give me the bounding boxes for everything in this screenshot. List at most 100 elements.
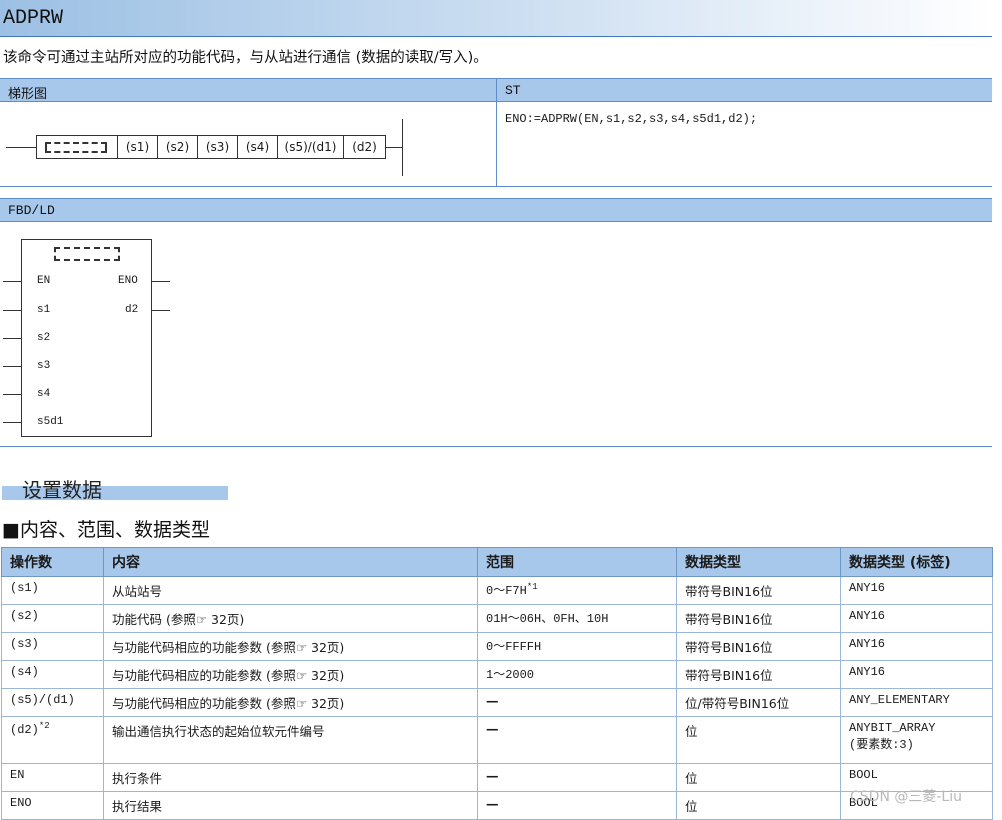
pin-line-d2 (152, 310, 170, 311)
ladder-operand-s5-d1: (s5)/(d1) (278, 135, 344, 159)
ladder-operand-s3: (s3) (198, 135, 238, 159)
instruction-box (36, 135, 118, 159)
ladder-operand-s1: (s1) (118, 135, 158, 159)
footnote-marker: *1 (526, 582, 538, 592)
table-row: (d2)*2 输出通信执行状态的起始位软元件编号 — 位 ANYBIT_ARRA… (1, 716, 993, 764)
pin-line-s3 (3, 366, 21, 367)
cell-data-type: 位 (676, 716, 841, 764)
fbd-section-label: FBD/LD (8, 203, 55, 218)
cell-operand: EN (1, 763, 104, 792)
cell-range: — (477, 791, 677, 820)
watermark: CSDN @三菱-Liu (850, 789, 962, 805)
cell-operand: ENO (1, 791, 104, 820)
cell-operand: (s4) (1, 660, 104, 689)
ladder-section-label: 梯形图 (8, 87, 48, 102)
table-row: (s2) 功能代码 (参照☞ 32页) 01H～06H、0FH、10H 带符号B… (1, 604, 993, 633)
cell-label-type: ANY16 (840, 604, 993, 633)
fbd-output-d2: d2 (125, 304, 139, 316)
pin-line-s1 (3, 310, 21, 311)
cell-data-type: 带符号BIN16位 (676, 576, 841, 605)
cell-content: 输出通信执行状态的起始位软元件编号 (103, 716, 478, 764)
st-code: ENO:=ADPRW(EN,s1,s2,s3,s4,s5d1,d2); (505, 112, 758, 126)
cell-data-type: 位 (676, 791, 841, 820)
cell-range: 1～2000 (477, 660, 677, 689)
setting-data-heading: 设置数据 (22, 478, 102, 502)
footnote-marker: *2 (38, 721, 50, 731)
cell-range: 0～FFFFH (477, 632, 677, 661)
cell-label-type: ANY16 (840, 576, 993, 605)
column-header-data-type-label: 数据类型 (标签) (840, 547, 993, 577)
st-section-label: ST (505, 83, 521, 98)
cell-operand: (s3) (1, 632, 104, 661)
cell-content: 与功能代码相应的功能参数 (参照☞ 32页) (103, 632, 478, 661)
section-separator (0, 186, 992, 187)
ladder-diagram: (s1) (s2) (s3) (s4) (s5)/(d1) (d2) (0, 102, 496, 186)
cell-data-type: 位/带符号BIN16位 (676, 688, 841, 717)
content-range-type-subheading: ■内容、范围、数据类型 (2, 519, 210, 541)
fbd-input-s5d1: s5d1 (37, 416, 64, 428)
cell-content: 执行结果 (103, 791, 478, 820)
cell-content: 执行条件 (103, 763, 478, 792)
ladder-left-rail (6, 147, 36, 148)
cell-content: 与功能代码相应的功能参数 (参照☞ 32页) (103, 688, 478, 717)
cell-data-type: 带符号BIN16位 (676, 632, 841, 661)
table-row: (s5)/(d1) 与功能代码相应的功能参数 (参照☞ 32页) — 位/带符号… (1, 688, 993, 717)
cell-range: — (477, 716, 677, 764)
cell-operand: (s1) (1, 576, 104, 605)
fbd-input-s3: s3 (37, 360, 51, 372)
column-header-data-type: 数据类型 (676, 547, 841, 577)
fbd-diagram: EN s1 s2 s3 s4 s5d1 ENO d2 (0, 222, 992, 446)
cell-data-type: 带符号BIN16位 (676, 660, 841, 689)
ladder-right-rail (402, 119, 403, 176)
cell-range: — (477, 688, 677, 717)
cell-label-type: ANY_ELEMENTARY (840, 688, 993, 717)
table-row: (s4) 与功能代码相应的功能参数 (参照☞ 32页) 1～2000 带符号BI… (1, 660, 993, 689)
ladder-right-wire (386, 147, 402, 148)
fbd-input-s2: s2 (37, 332, 51, 344)
cell-content: 与功能代码相应的功能参数 (参照☞ 32页) (103, 660, 478, 689)
column-header-operand: 操作数 (1, 547, 104, 577)
cell-operand: (d2)*2 (1, 716, 104, 764)
fbd-bottom-border (0, 446, 992, 447)
column-header-range: 范围 (477, 547, 677, 577)
pin-line-s2 (3, 338, 21, 339)
column-divider (496, 102, 497, 186)
cell-label-type: ANY16 (840, 660, 993, 689)
cell-label-type: ANY16 (840, 632, 993, 661)
title-bar (0, 0, 992, 37)
parameter-table: 操作数 内容 范围 数据类型 数据类型 (标签) (s1) 从站站号 0～F7H… (1, 547, 993, 820)
cell-content: 从站站号 (103, 576, 478, 605)
cell-range: — (477, 763, 677, 792)
cell-label-type: ANYBIT_ARRAY (要素数:3) (840, 716, 993, 764)
ladder-operand-d2: (d2) (344, 135, 386, 159)
table-row: (s3) 与功能代码相应的功能参数 (参照☞ 32页) 0～FFFFH 带符号B… (1, 632, 993, 661)
table-row: (s1) 从站站号 0～F7H*1 带符号BIN16位 ANY16 (1, 576, 993, 605)
ladder-operand-s2: (s2) (158, 135, 198, 159)
st-section-bar (496, 78, 992, 102)
fbd-input-s4: s4 (37, 388, 51, 400)
fbd-input-s1: s1 (37, 304, 51, 316)
instruction-name-placeholder-icon (54, 247, 120, 261)
instruction-name-placeholder-icon (45, 142, 107, 153)
cell-operand: (s5)/(d1) (1, 688, 104, 717)
fbd-input-en: EN (37, 275, 51, 287)
cell-data-type: 带符号BIN16位 (676, 604, 841, 633)
fbd-output-eno: ENO (118, 275, 138, 287)
column-header-content: 内容 (103, 547, 478, 577)
pin-line-s4 (3, 394, 21, 395)
cell-operand: (s2) (1, 604, 104, 633)
pin-line-en (3, 281, 21, 282)
instruction-description: 该命令可通过主站所对应的功能代码，与从站进行通信 (数据的读取/写入)。 (3, 50, 488, 66)
cell-data-type: 位 (676, 763, 841, 792)
table-row: EN 执行条件 — 位 BOOL (1, 763, 993, 792)
ladder-section-bar (0, 78, 496, 102)
table-header-row: 操作数 内容 范围 数据类型 数据类型 (标签) (1, 547, 993, 577)
cell-content: 功能代码 (参照☞ 32页) (103, 604, 478, 633)
ladder-operand-s4: (s4) (238, 135, 278, 159)
fbd-section-bar (0, 198, 992, 222)
table-row: ENO 执行结果 — 位 BOOL (1, 791, 993, 820)
page-title: ADPRW (3, 7, 64, 30)
pin-line-s5d1 (3, 422, 21, 423)
pin-line-eno (152, 281, 170, 282)
cell-range: 01H～06H、0FH、10H (477, 604, 677, 633)
